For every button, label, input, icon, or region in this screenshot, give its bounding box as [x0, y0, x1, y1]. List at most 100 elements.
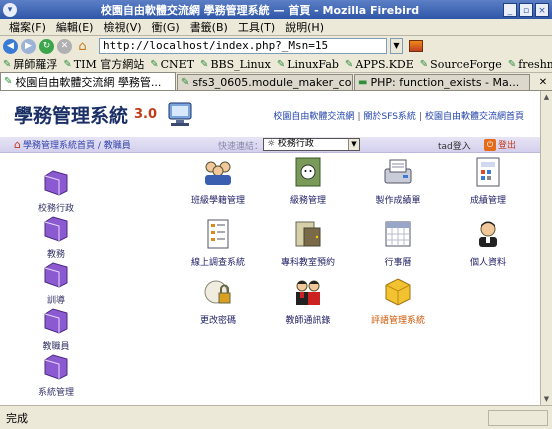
app-comments-system[interactable]: 評語管理系統	[354, 275, 442, 326]
window-title: 校園自由軟體交流網 學務管理系統 — 首頁 - Mozilla Firebird	[100, 3, 420, 17]
close-window-icon[interactable]: ×	[535, 2, 549, 17]
quick-link-value: ☼ 校務行政	[267, 139, 314, 149]
bookmarks-toolbar: ✎ 屏師羅浮 ✎ TIM 官方網站 ✎ CNET ✎ BBS_Linux ✎ LinuxF…	[0, 56, 552, 73]
menu-go[interactable]: 衝(G)	[147, 19, 185, 35]
bookmark-item[interactable]: ✎ CNET	[150, 58, 194, 71]
teachers-directory-icon	[296, 280, 320, 305]
home-link-icon[interactable]: ⌂	[14, 138, 21, 151]
scroll-up-icon[interactable]: ▲	[541, 91, 552, 103]
go-icon[interactable]	[409, 40, 423, 52]
bookmark-label: BBS_Linux	[210, 57, 271, 71]
bookmark-icon: ✎	[344, 58, 354, 70]
app-label: 線上調查系統	[190, 258, 245, 268]
tab-php-manual[interactable]: ▬ PHP: function_exists - Ma...	[354, 74, 530, 90]
app-student-records[interactable]: 班級學籍管理	[174, 155, 262, 206]
tab-label: sfs3_0605.module_maker_co...	[192, 76, 353, 89]
logout-label: 登出	[498, 141, 517, 151]
app-change-password[interactable]: 更改密碼	[174, 275, 262, 326]
bookmark-label: TIM 官方網站	[73, 58, 145, 71]
report-card-icon	[384, 159, 412, 184]
menu-tools[interactable]: 工具(T)	[233, 19, 280, 35]
app-calendar[interactable]: 行事曆	[354, 217, 442, 268]
bookmark-item[interactable]: ✎ 屏師羅浮	[3, 56, 57, 72]
app-report-card[interactable]: 製作成績單	[354, 155, 442, 206]
profile-icon	[479, 221, 497, 247]
folder-icon	[44, 216, 68, 242]
app-label: 專科教室預約	[280, 258, 335, 268]
tab-favicon-icon: ✎	[4, 76, 13, 87]
chevron-down-icon: ▼	[348, 139, 359, 150]
folder-icon	[44, 170, 68, 196]
tab-label: PHP: function_exists - Ma...	[370, 76, 520, 89]
vertical-scrollbar[interactable]: ▲ ▼	[540, 91, 552, 405]
breadcrumb[interactable]: 學務管理系統首頁 / 教職員	[23, 138, 131, 151]
app-label: 班級學籍管理	[190, 196, 245, 206]
menu-bookmarks[interactable]: 書籤(B)	[185, 19, 233, 35]
app-label: 製作成績單	[375, 196, 421, 206]
quick-link-select[interactable]: ☼ 校務行政 ▼	[263, 138, 360, 151]
reload-icon[interactable]: ↻	[39, 38, 54, 54]
bookmark-item[interactable]: ✎ LinuxFab	[277, 58, 339, 71]
folder-icon	[44, 354, 68, 380]
bookmark-item[interactable]: ✎ SourceForge	[420, 58, 502, 71]
quick-link-label: 快速連結：	[218, 142, 264, 152]
stop-icon[interactable]: ✕	[57, 38, 72, 54]
bookmark-label: APPS.KDE	[355, 57, 414, 71]
status-bar: 完成	[0, 405, 552, 429]
logout-button[interactable]: ⏻ 登出	[484, 138, 516, 151]
link-community[interactable]: 校園自由軟體交流網	[273, 112, 354, 122]
app-grades[interactable]: 成績管理	[444, 155, 532, 206]
sidebar-item-admin[interactable]: 校務行政	[18, 167, 94, 214]
folder-icon	[44, 262, 68, 288]
bookmark-item[interactable]: ✎ BBS_Linux	[200, 58, 271, 71]
sidebar-item-discipline[interactable]: 訓導	[18, 259, 94, 306]
breadcrumb-bar: ⌂ 學務管理系統首頁 / 教職員 快速連結： ☼ 校務行政 ▼ tad登入 ⏻ 登…	[0, 137, 540, 153]
sidebar-item-academic[interactable]: 教務	[18, 213, 94, 260]
bookmark-icon: ✎	[150, 58, 159, 70]
menu-view[interactable]: 檢視(V)	[98, 19, 146, 35]
app-label: 成績管理	[469, 196, 506, 206]
app-grid: 班級學籍管理 級務管理 製作成績單 成績管理 線上調查系統 專科教室預約 行事曆	[112, 153, 540, 405]
app-online-survey[interactable]: 線上調查系統	[174, 217, 262, 268]
status-text: 完成	[6, 411, 28, 425]
tab-sfs-home[interactable]: ✎ 校園自由軟體交流網 學務管...	[0, 72, 176, 90]
tab-label: 校園自由軟體交流網 學務管...	[15, 75, 162, 89]
forward-icon[interactable]: ▶	[21, 38, 36, 54]
bookmark-icon: ✎	[276, 58, 286, 70]
tab-favicon-icon: ▬	[358, 77, 368, 88]
minimize-icon[interactable]: _	[503, 2, 517, 17]
app-profile[interactable]: 個人資料	[444, 217, 532, 268]
password-icon	[204, 280, 231, 304]
window-menu-icon[interactable]: ▾	[3, 2, 17, 17]
url-dropdown-icon[interactable]: ▼	[390, 38, 403, 54]
app-teacher-directory[interactable]: 教師通訊錄	[264, 275, 352, 326]
calendar-icon	[385, 221, 411, 247]
url-input[interactable]: http://localhost/index.php?_Msn=15	[99, 38, 387, 54]
close-tab-icon[interactable]: ✕	[536, 76, 550, 90]
bookmark-item[interactable]: ✎ APPS.KDE	[345, 58, 414, 71]
tab-favicon-icon: ✎	[181, 77, 190, 88]
app-class-affairs[interactable]: 級務管理	[264, 155, 352, 206]
menu-help[interactable]: 說明(H)	[280, 19, 329, 35]
monitor-logo-icon	[168, 102, 192, 126]
tab-module-maker[interactable]: ✎ sfs3_0605.module_maker_co...	[177, 74, 353, 90]
class-affairs-icon	[295, 157, 321, 187]
sidebar-item-staff[interactable]: 教職員	[18, 305, 94, 352]
classroom-booking-icon	[295, 221, 321, 247]
bookmark-item[interactable]: ✎ TIM 官方網站	[63, 56, 144, 72]
menu-file[interactable]: 檔案(F)	[4, 19, 51, 35]
bookmark-item[interactable]: ✎freshmeat	[508, 58, 552, 71]
window-titlebar: ▾ 校園自由軟體交流網 學務管理系統 — 首頁 - Mozilla Firebi…	[0, 0, 552, 19]
login-status: tad登入	[438, 142, 471, 152]
back-icon[interactable]: ◀	[3, 38, 18, 54]
home-icon[interactable]: ⌂	[75, 39, 90, 54]
sidebar-item-system[interactable]: 系統管理	[18, 351, 94, 398]
maximize-icon[interactable]: ▫	[519, 2, 533, 17]
menu-edit[interactable]: 編輯(E)	[51, 19, 99, 35]
link-community-home[interactable]: 校園自由軟體交流網首頁	[425, 112, 524, 122]
tab-bar: ✎ 校園自由軟體交流網 學務管... ✎ sfs3_0605.module_ma…	[0, 72, 552, 91]
app-label: 教師通訊錄	[285, 316, 331, 326]
app-classroom-booking[interactable]: 專科教室預約	[264, 217, 352, 268]
scroll-down-icon[interactable]: ▼	[541, 393, 552, 405]
link-about-sfs[interactable]: 關於SFS系統	[363, 112, 415, 122]
